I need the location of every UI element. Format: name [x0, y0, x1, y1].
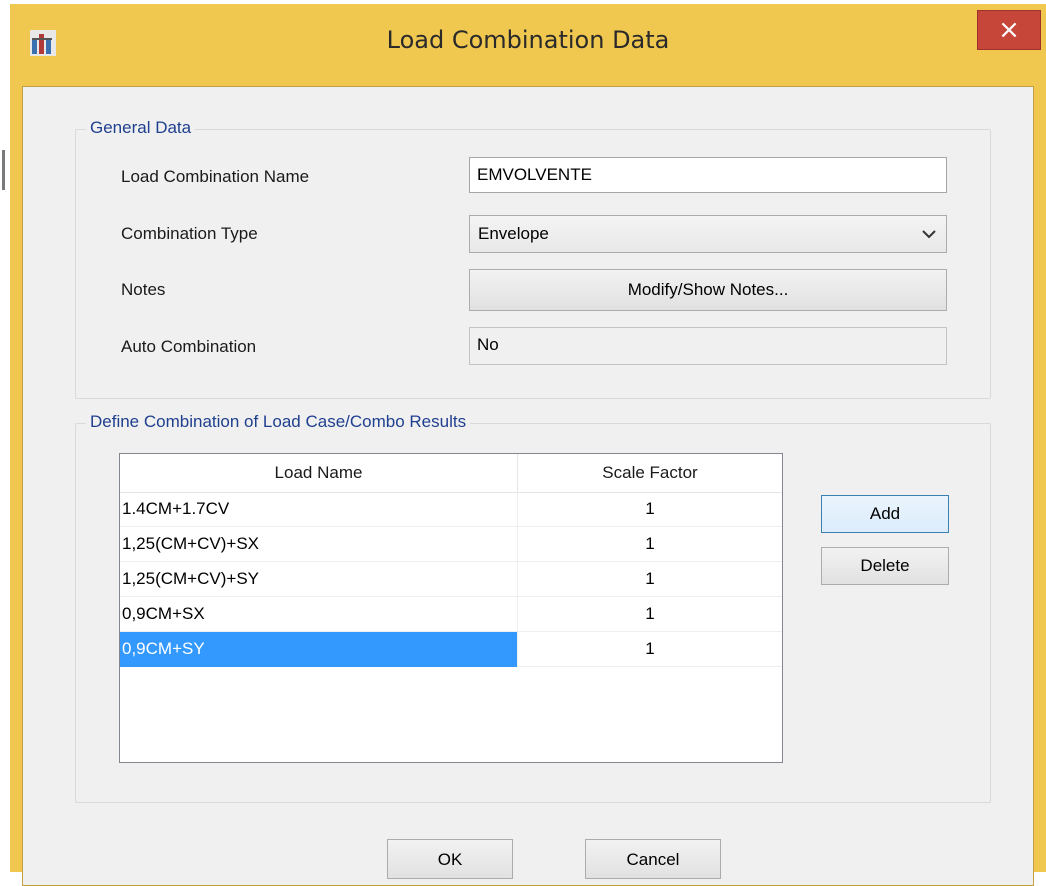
- delete-button[interactable]: Delete: [821, 547, 949, 585]
- table-row[interactable]: 1,25(CM+CV)+SY 1: [120, 562, 782, 597]
- scale-factor-cell[interactable]: 1: [518, 492, 782, 527]
- load-combination-dialog: Load Combination Data × General Data Loa…: [10, 4, 1046, 886]
- scale-factor-cell[interactable]: 1: [518, 527, 782, 562]
- table-row[interactable]: 1.4CM+1.7CV 1: [120, 492, 782, 527]
- load-name-cell[interactable]: 1,25(CM+CV)+SX: [120, 527, 518, 562]
- background-edge: [2, 150, 5, 190]
- cancel-button[interactable]: Cancel: [585, 839, 721, 879]
- general-data-legend: General Data: [86, 118, 196, 138]
- add-button[interactable]: Add: [821, 495, 949, 533]
- load-name-cell[interactable]: 0,9CM+SX: [120, 597, 518, 632]
- load-name-cell[interactable]: 1.4CM+1.7CV: [120, 492, 518, 527]
- combination-type-select[interactable]: Envelope: [469, 215, 947, 253]
- table-header: Load Name Scale Factor: [120, 454, 782, 493]
- load-combination-table[interactable]: Load Name Scale Factor 1.4CM+1.7CV 1 1,2…: [119, 453, 783, 763]
- scale-factor-cell[interactable]: 1: [518, 632, 782, 667]
- chevron-down-icon: [922, 230, 936, 239]
- table-row[interactable]: 1,25(CM+CV)+SX 1: [120, 527, 782, 562]
- scale-factor-cell[interactable]: 1: [518, 597, 782, 632]
- load-combination-name-label: Load Combination Name: [121, 167, 310, 186]
- combination-type-value: Envelope: [478, 224, 549, 243]
- close-button[interactable]: ×: [977, 10, 1041, 50]
- notes-label: Notes: [121, 280, 166, 299]
- modify-show-notes-button[interactable]: Modify/Show Notes...: [469, 269, 947, 311]
- table-row[interactable]: 0,9CM+SX 1: [120, 597, 782, 632]
- column-header-load-name[interactable]: Load Name: [120, 454, 518, 492]
- auto-combination-value: No: [469, 327, 947, 365]
- window-title: Load Combination Data: [386, 26, 670, 54]
- table-row-selected[interactable]: 0,9CM+SY 1: [120, 632, 782, 667]
- load-name-cell[interactable]: 0,9CM+SY: [120, 632, 518, 667]
- auto-combination-label: Auto Combination: [121, 337, 257, 356]
- scale-factor-cell[interactable]: 1: [518, 562, 782, 597]
- close-icon: ×: [998, 15, 1020, 45]
- column-header-scale-factor[interactable]: Scale Factor: [518, 454, 782, 492]
- load-name-cell[interactable]: 1,25(CM+CV)+SY: [120, 562, 518, 597]
- dialog-body: General Data Load Combination Name EMVOL…: [22, 86, 1034, 886]
- combination-type-label: Combination Type: [121, 224, 258, 243]
- title-bar[interactable]: Load Combination Data ×: [10, 4, 1046, 86]
- ok-button[interactable]: OK: [387, 839, 513, 879]
- define-combination-legend: Define Combination of Load Case/Combo Re…: [86, 412, 471, 432]
- load-combination-name-input[interactable]: EMVOLVENTE: [469, 157, 947, 193]
